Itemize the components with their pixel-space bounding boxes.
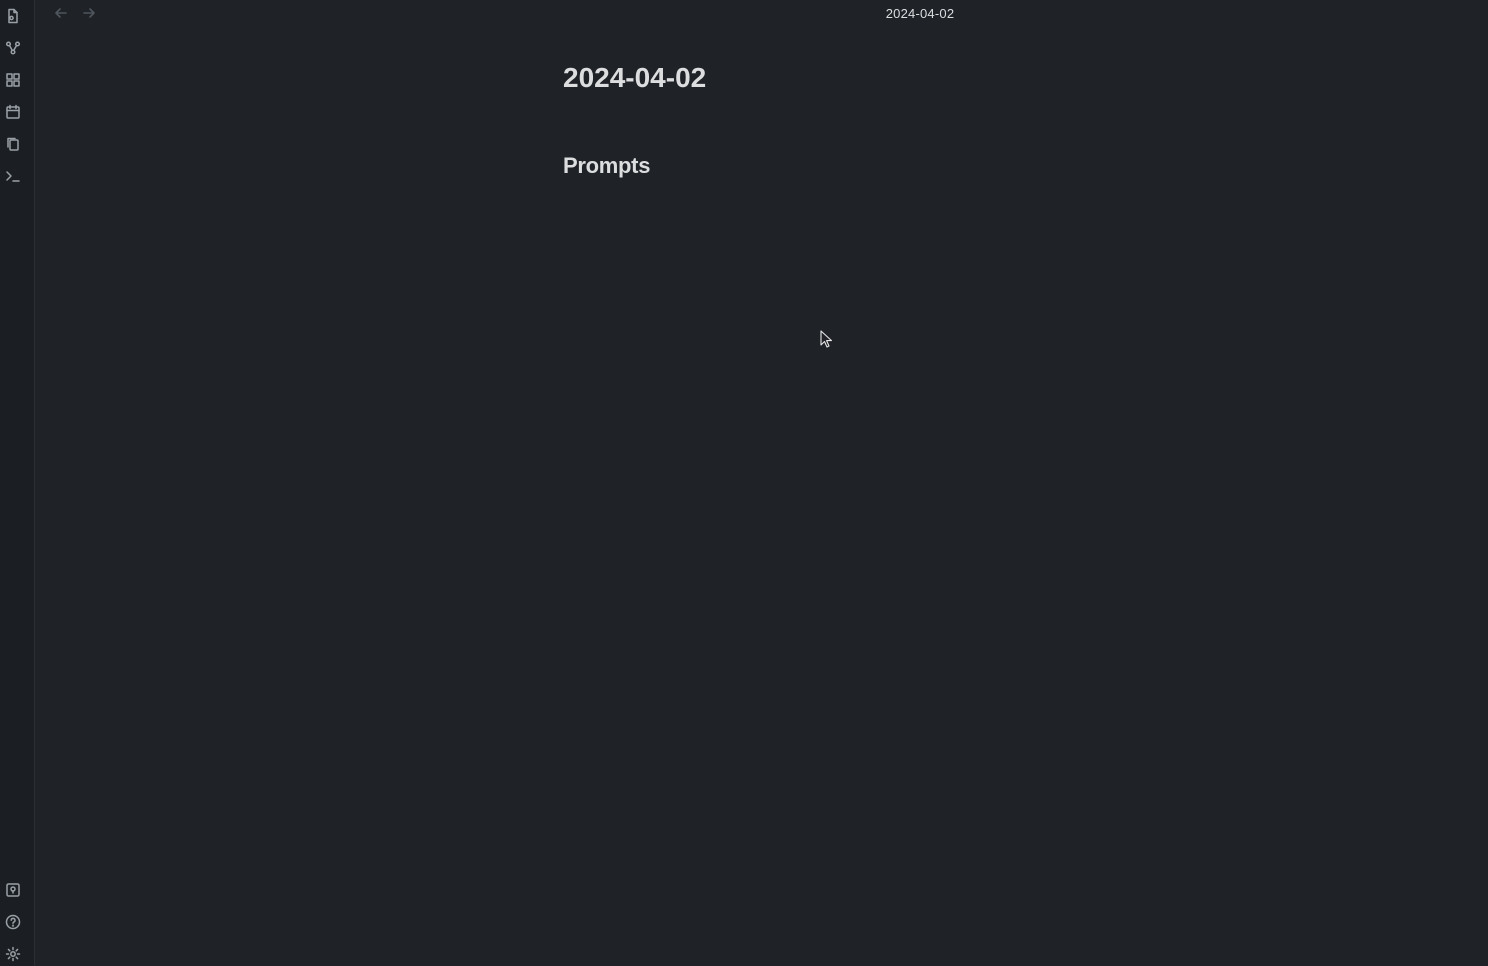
note-heading[interactable]: Prompts (563, 153, 650, 179)
back-arrow-icon[interactable] (53, 5, 69, 21)
help-icon[interactable] (4, 913, 22, 931)
forward-arrow-icon[interactable] (81, 5, 97, 21)
note-title[interactable]: 2024-04-02 (563, 62, 706, 94)
settings-icon[interactable] (4, 945, 22, 963)
file-icon[interactable] (4, 7, 22, 25)
grid-icon[interactable] (4, 71, 22, 89)
copy-icon[interactable] (4, 135, 22, 153)
view-header-title[interactable]: 2024-04-02 (780, 6, 1060, 21)
app-window: 2024-04-02 2024-04-02 Prompts (0, 0, 1488, 966)
mouse-cursor-icon (820, 330, 833, 348)
terminal-icon[interactable] (4, 167, 22, 185)
left-ribbon (0, 0, 35, 966)
vault-icon[interactable] (4, 881, 22, 899)
calendar-icon[interactable] (4, 103, 22, 121)
graph-icon[interactable] (4, 39, 22, 57)
